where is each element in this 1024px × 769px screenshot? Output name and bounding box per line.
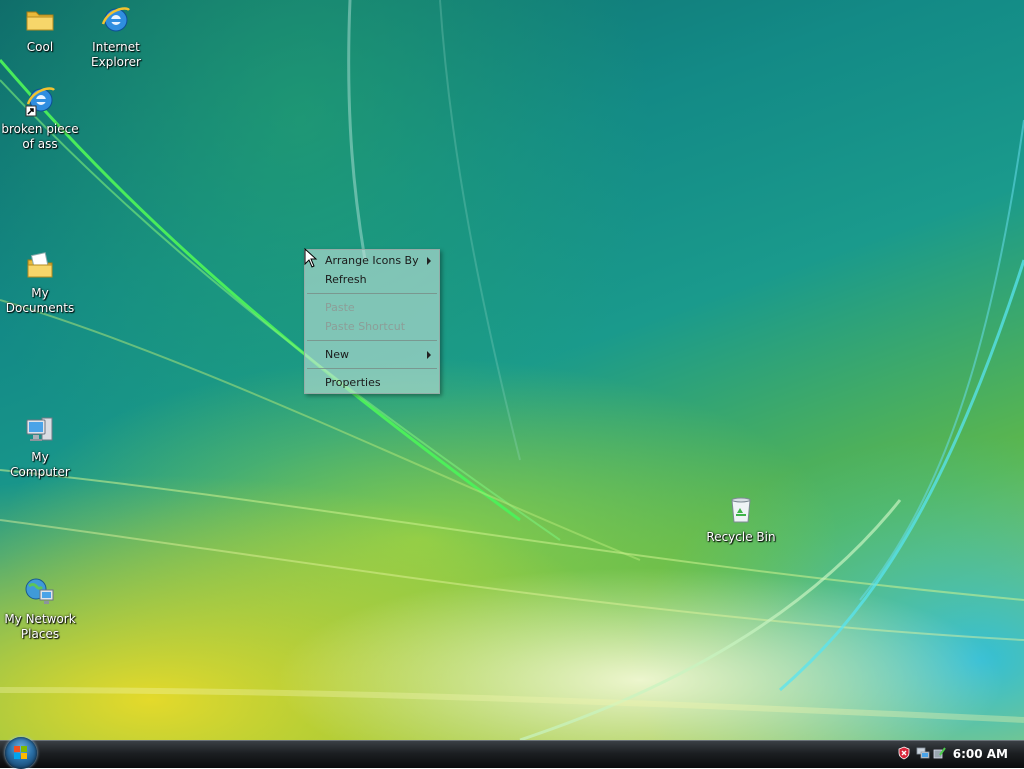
submenu-arrow-icon <box>427 257 431 265</box>
desktop-icon-my-documents[interactable]: My Documents <box>0 250 80 316</box>
folder-icon <box>24 4 56 36</box>
menu-item-label: New <box>325 348 349 361</box>
menu-item-label: Refresh <box>325 273 367 286</box>
network-places-icon <box>24 576 56 608</box>
desktop-icon-label: My Computer <box>10 450 70 479</box>
safely-remove-hardware-icon[interactable] <box>932 746 946 760</box>
internet-explorer-shortcut-icon <box>24 86 56 118</box>
desktop-icon-ie-shortcut[interactable]: broken piece of ass <box>0 86 80 152</box>
menu-item-new[interactable]: New <box>305 345 439 364</box>
menu-item-label: Paste Shortcut <box>325 320 406 333</box>
desktop-icon-label: Cool <box>26 40 54 54</box>
desktop-icon-cool[interactable]: Cool <box>0 4 80 55</box>
desktop-context-menu: Arrange Icons By Refresh Paste Paste Sho… <box>304 249 440 394</box>
menu-item-label: Arrange Icons By <box>325 254 419 267</box>
taskbar-clock[interactable]: 6:00 AM <box>953 747 1008 761</box>
submenu-arrow-icon <box>427 351 431 359</box>
recycle-bin-icon <box>725 494 757 526</box>
internet-explorer-icon <box>100 4 132 36</box>
desktop-icon-internet-explorer[interactable]: Internet Explorer <box>76 4 156 70</box>
menu-item-paste-shortcut: Paste Shortcut <box>305 317 439 336</box>
menu-item-refresh[interactable]: Refresh <box>305 270 439 289</box>
menu-item-arrange-icons-by[interactable]: Arrange Icons By <box>305 251 439 270</box>
menu-item-label: Properties <box>325 376 381 389</box>
my-computer-icon <box>24 414 56 446</box>
desktop-icon-label: broken piece of ass <box>1 122 79 151</box>
mouse-pointer-icon <box>304 248 318 268</box>
menu-separator <box>307 293 437 294</box>
menu-separator <box>307 368 437 369</box>
wallpaper-streaks <box>0 0 1024 740</box>
start-button[interactable] <box>5 737 37 769</box>
desktop-icon-recycle-bin[interactable]: Recycle Bin <box>701 494 781 545</box>
desktop-icon-label: Internet Explorer <box>91 40 141 69</box>
desktop-icon-network-places[interactable]: My Network Places <box>0 576 80 642</box>
my-documents-icon <box>24 250 56 282</box>
menu-separator <box>307 340 437 341</box>
desktop-icon-label: Recycle Bin <box>706 530 776 544</box>
windows-orb-icon <box>14 746 27 759</box>
security-shield-icon[interactable] <box>897 746 911 760</box>
desktop-icon-label: My Network Places <box>4 612 76 641</box>
desktop[interactable]: Cool Internet Explorer broken piece of a… <box>0 0 1024 740</box>
desktop-icon-label: My Documents <box>5 286 75 315</box>
menu-item-paste: Paste <box>305 298 439 317</box>
menu-item-label: Paste <box>325 301 355 314</box>
desktop-icon-my-computer[interactable]: My Computer <box>0 414 80 480</box>
system-tray: 6:00 AM <box>894 741 1024 768</box>
menu-item-properties[interactable]: Properties <box>305 373 439 392</box>
network-icon[interactable] <box>916 746 930 760</box>
taskbar: 6:00 AM <box>0 737 1024 769</box>
